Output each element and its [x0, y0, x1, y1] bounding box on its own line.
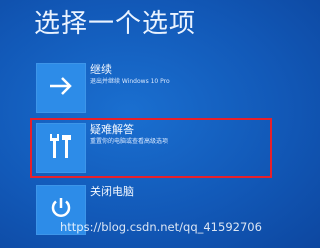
continue-tile	[36, 63, 86, 113]
option-power-off-title: 关闭电脑	[90, 185, 134, 198]
watermark: https://blog.csdn.net/qq_41592706	[60, 220, 262, 234]
option-troubleshoot[interactable]: 疑难解答 重置你的电脑或查看高级选项	[36, 123, 276, 178]
troubleshoot-tile	[36, 123, 86, 173]
option-troubleshoot-title: 疑难解答	[90, 123, 134, 136]
option-continue[interactable]: 继续 退出并继续 Windows 10 Pro	[36, 63, 276, 115]
page-title: 选择一个选项	[34, 9, 197, 39]
option-continue-title: 继续	[90, 63, 112, 76]
arrow-right-icon	[48, 76, 74, 100]
option-continue-description: 退出并继续 Windows 10 Pro	[90, 78, 170, 85]
tools-icon	[48, 132, 74, 164]
option-troubleshoot-description: 重置你的电脑或查看高级选项	[90, 138, 169, 145]
